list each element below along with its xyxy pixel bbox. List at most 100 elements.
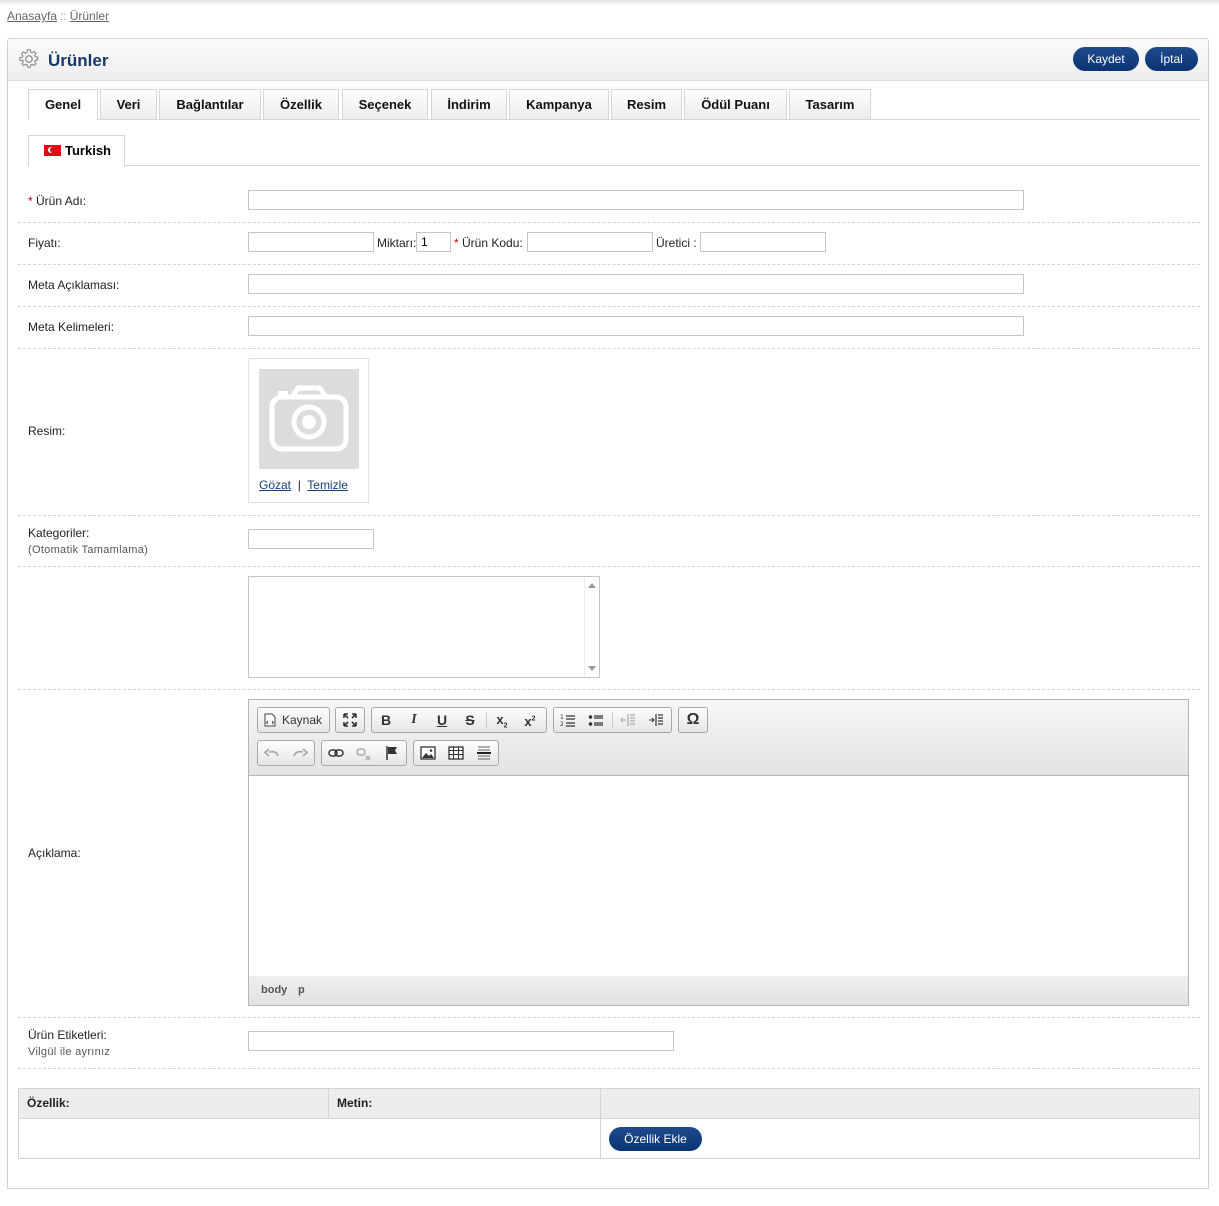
description-label: Açıklama: <box>28 846 81 860</box>
redo-button[interactable] <box>288 743 312 763</box>
product-name-input[interactable] <box>248 190 1024 210</box>
manufacturer-label: Üretici : <box>656 236 697 250</box>
manufacturer-input[interactable] <box>700 232 826 252</box>
breadcrumb-current-link[interactable]: Ürünler <box>70 9 109 23</box>
numbered-list-button[interactable]: 12 <box>556 710 580 730</box>
omega-icon: Ω <box>686 711 700 728</box>
editor-content-area[interactable] <box>249 776 1188 977</box>
rich-text-editor: Kaynak B I U S x2 x2 1 2 Ω body p <box>248 699 1189 1006</box>
camera-icon <box>269 385 349 452</box>
clear-link[interactable]: Temizle <box>307 478 348 492</box>
panel-header: Ürünler Kaydet İptal <box>8 39 1208 81</box>
product-code-label: * Ürün Kodu: <box>454 236 523 250</box>
path-p[interactable]: p <box>298 984 305 996</box>
product-code-input[interactable] <box>527 232 653 252</box>
quantity-input[interactable] <box>416 232 451 252</box>
link-icon <box>328 749 344 757</box>
bullet-list-button[interactable] <box>584 710 608 730</box>
subscript-button[interactable]: x2 <box>490 710 514 730</box>
column-header-attribute: Özellik: <box>27 1096 70 1110</box>
undo-button[interactable] <box>260 743 284 763</box>
required-mark: * <box>454 236 459 250</box>
column-header-text: Metin: <box>337 1096 373 1110</box>
row-category-list <box>18 566 1200 690</box>
special-char-group: Ω <box>678 707 708 733</box>
flag-icon <box>386 746 397 760</box>
add-attribute-button[interactable]: Özellik Ekle <box>609 1127 702 1151</box>
row-meta-description: Meta Açıklaması: <box>18 264 1200 307</box>
bold-button[interactable]: B <box>374 710 398 730</box>
italic-button[interactable]: I <box>402 710 426 730</box>
breadcrumb-separator: :: <box>60 9 67 23</box>
tab-odul-puani[interactable]: Ödül Puanı <box>684 89 787 119</box>
redo-icon <box>293 748 308 757</box>
column-divider <box>328 1089 329 1118</box>
tab-resim[interactable]: Resim <box>611 89 682 119</box>
unlink-button[interactable] <box>352 743 376 763</box>
unlink-icon <box>356 748 371 761</box>
list-indent-group: 12 <box>553 707 672 733</box>
strikethrough-button[interactable]: S <box>458 710 482 730</box>
link-button[interactable] <box>324 743 348 763</box>
save-button[interactable]: Kaydet <box>1073 47 1139 71</box>
image-label: Resim: <box>28 424 66 438</box>
image-link-separator: | <box>297 478 301 492</box>
tab-tasarim[interactable]: Tasarım <box>789 89 871 119</box>
underline-button[interactable]: U <box>430 710 454 730</box>
anchor-button[interactable] <box>380 743 404 763</box>
tab-ozellik[interactable]: Özellik <box>263 89 339 119</box>
categories-label: Kategoriler: (Otomatik Tamamlama) <box>28 525 148 558</box>
scroll-up-arrow-icon[interactable] <box>588 583 596 588</box>
tab-kampanya[interactable]: Kampanya <box>509 89 609 119</box>
price-input[interactable] <box>248 232 374 252</box>
column-divider <box>600 1089 601 1158</box>
tab-genel[interactable]: Genel <box>28 89 98 120</box>
table-button[interactable] <box>444 743 468 763</box>
main-tabs: Genel Veri Bağlantılar Özellik Seçenek İ… <box>28 89 1200 120</box>
toolbar-separator <box>612 712 613 728</box>
scroll-down-arrow-icon[interactable] <box>588 666 596 671</box>
image-icon <box>420 746 436 760</box>
source-button[interactable]: Kaynak <box>260 710 328 730</box>
editor-toolbar: Kaynak B I U S x2 x2 1 2 Ω <box>249 700 1188 776</box>
attribute-table-header: Özellik: Metin: <box>19 1089 1199 1119</box>
horizontal-rule-button[interactable] <box>472 743 496 763</box>
horizontal-rule-icon <box>477 746 491 760</box>
outdent-button[interactable] <box>616 710 640 730</box>
breadcrumb-home-link[interactable]: Anasayfa <box>7 9 57 23</box>
row-product-name: * Ürün Adı: <box>18 180 1200 223</box>
breadcrumb: Anasayfa:: Ürünler <box>7 9 109 23</box>
image-button[interactable] <box>416 743 440 763</box>
tags-hint: Vilgül ile ayrınız <box>28 1046 111 1058</box>
bold-icon: B <box>380 712 392 728</box>
table-icon <box>448 746 464 760</box>
tab-baglantilar[interactable]: Bağlantılar <box>159 89 261 119</box>
meta-description-input[interactable] <box>248 274 1024 294</box>
browse-link[interactable]: Gözat <box>259 478 291 492</box>
tab-language-turkish[interactable]: Turkish <box>28 135 125 166</box>
meta-keywords-input[interactable] <box>248 316 1024 336</box>
price-label: Fiyatı: <box>28 236 61 250</box>
row-categories: Kategoriler: (Otomatik Tamamlama) <box>18 515 1200 567</box>
indent-button[interactable] <box>644 710 668 730</box>
row-image: Resim: Gözat | Temizle <box>18 348 1200 516</box>
tags-input[interactable] <box>248 1031 674 1051</box>
special-character-button[interactable]: Ω <box>681 710 705 730</box>
category-list-scrollbar[interactable] <box>584 577 599 677</box>
row-meta-keywords: Meta Kelimeleri: <box>18 306 1200 349</box>
path-body[interactable]: body <box>261 984 287 996</box>
cancel-button[interactable]: İptal <box>1145 47 1198 71</box>
superscript-button[interactable]: x2 <box>518 710 542 730</box>
subscript-icon: x2 <box>496 712 508 730</box>
maximize-button[interactable] <box>338 710 362 730</box>
categories-autocomplete-input[interactable] <box>248 529 374 549</box>
tab-veri[interactable]: Veri <box>100 89 157 119</box>
undo-icon <box>264 748 279 757</box>
source-group: Kaynak <box>257 707 330 733</box>
required-mark: * <box>28 194 33 208</box>
tab-indirim[interactable]: İndirim <box>431 89 507 119</box>
category-list-box[interactable] <box>248 576 600 678</box>
tab-secenek[interactable]: Seçenek <box>342 89 428 119</box>
meta-keywords-label: Meta Kelimeleri: <box>28 320 115 334</box>
underline-icon: U <box>436 712 448 728</box>
